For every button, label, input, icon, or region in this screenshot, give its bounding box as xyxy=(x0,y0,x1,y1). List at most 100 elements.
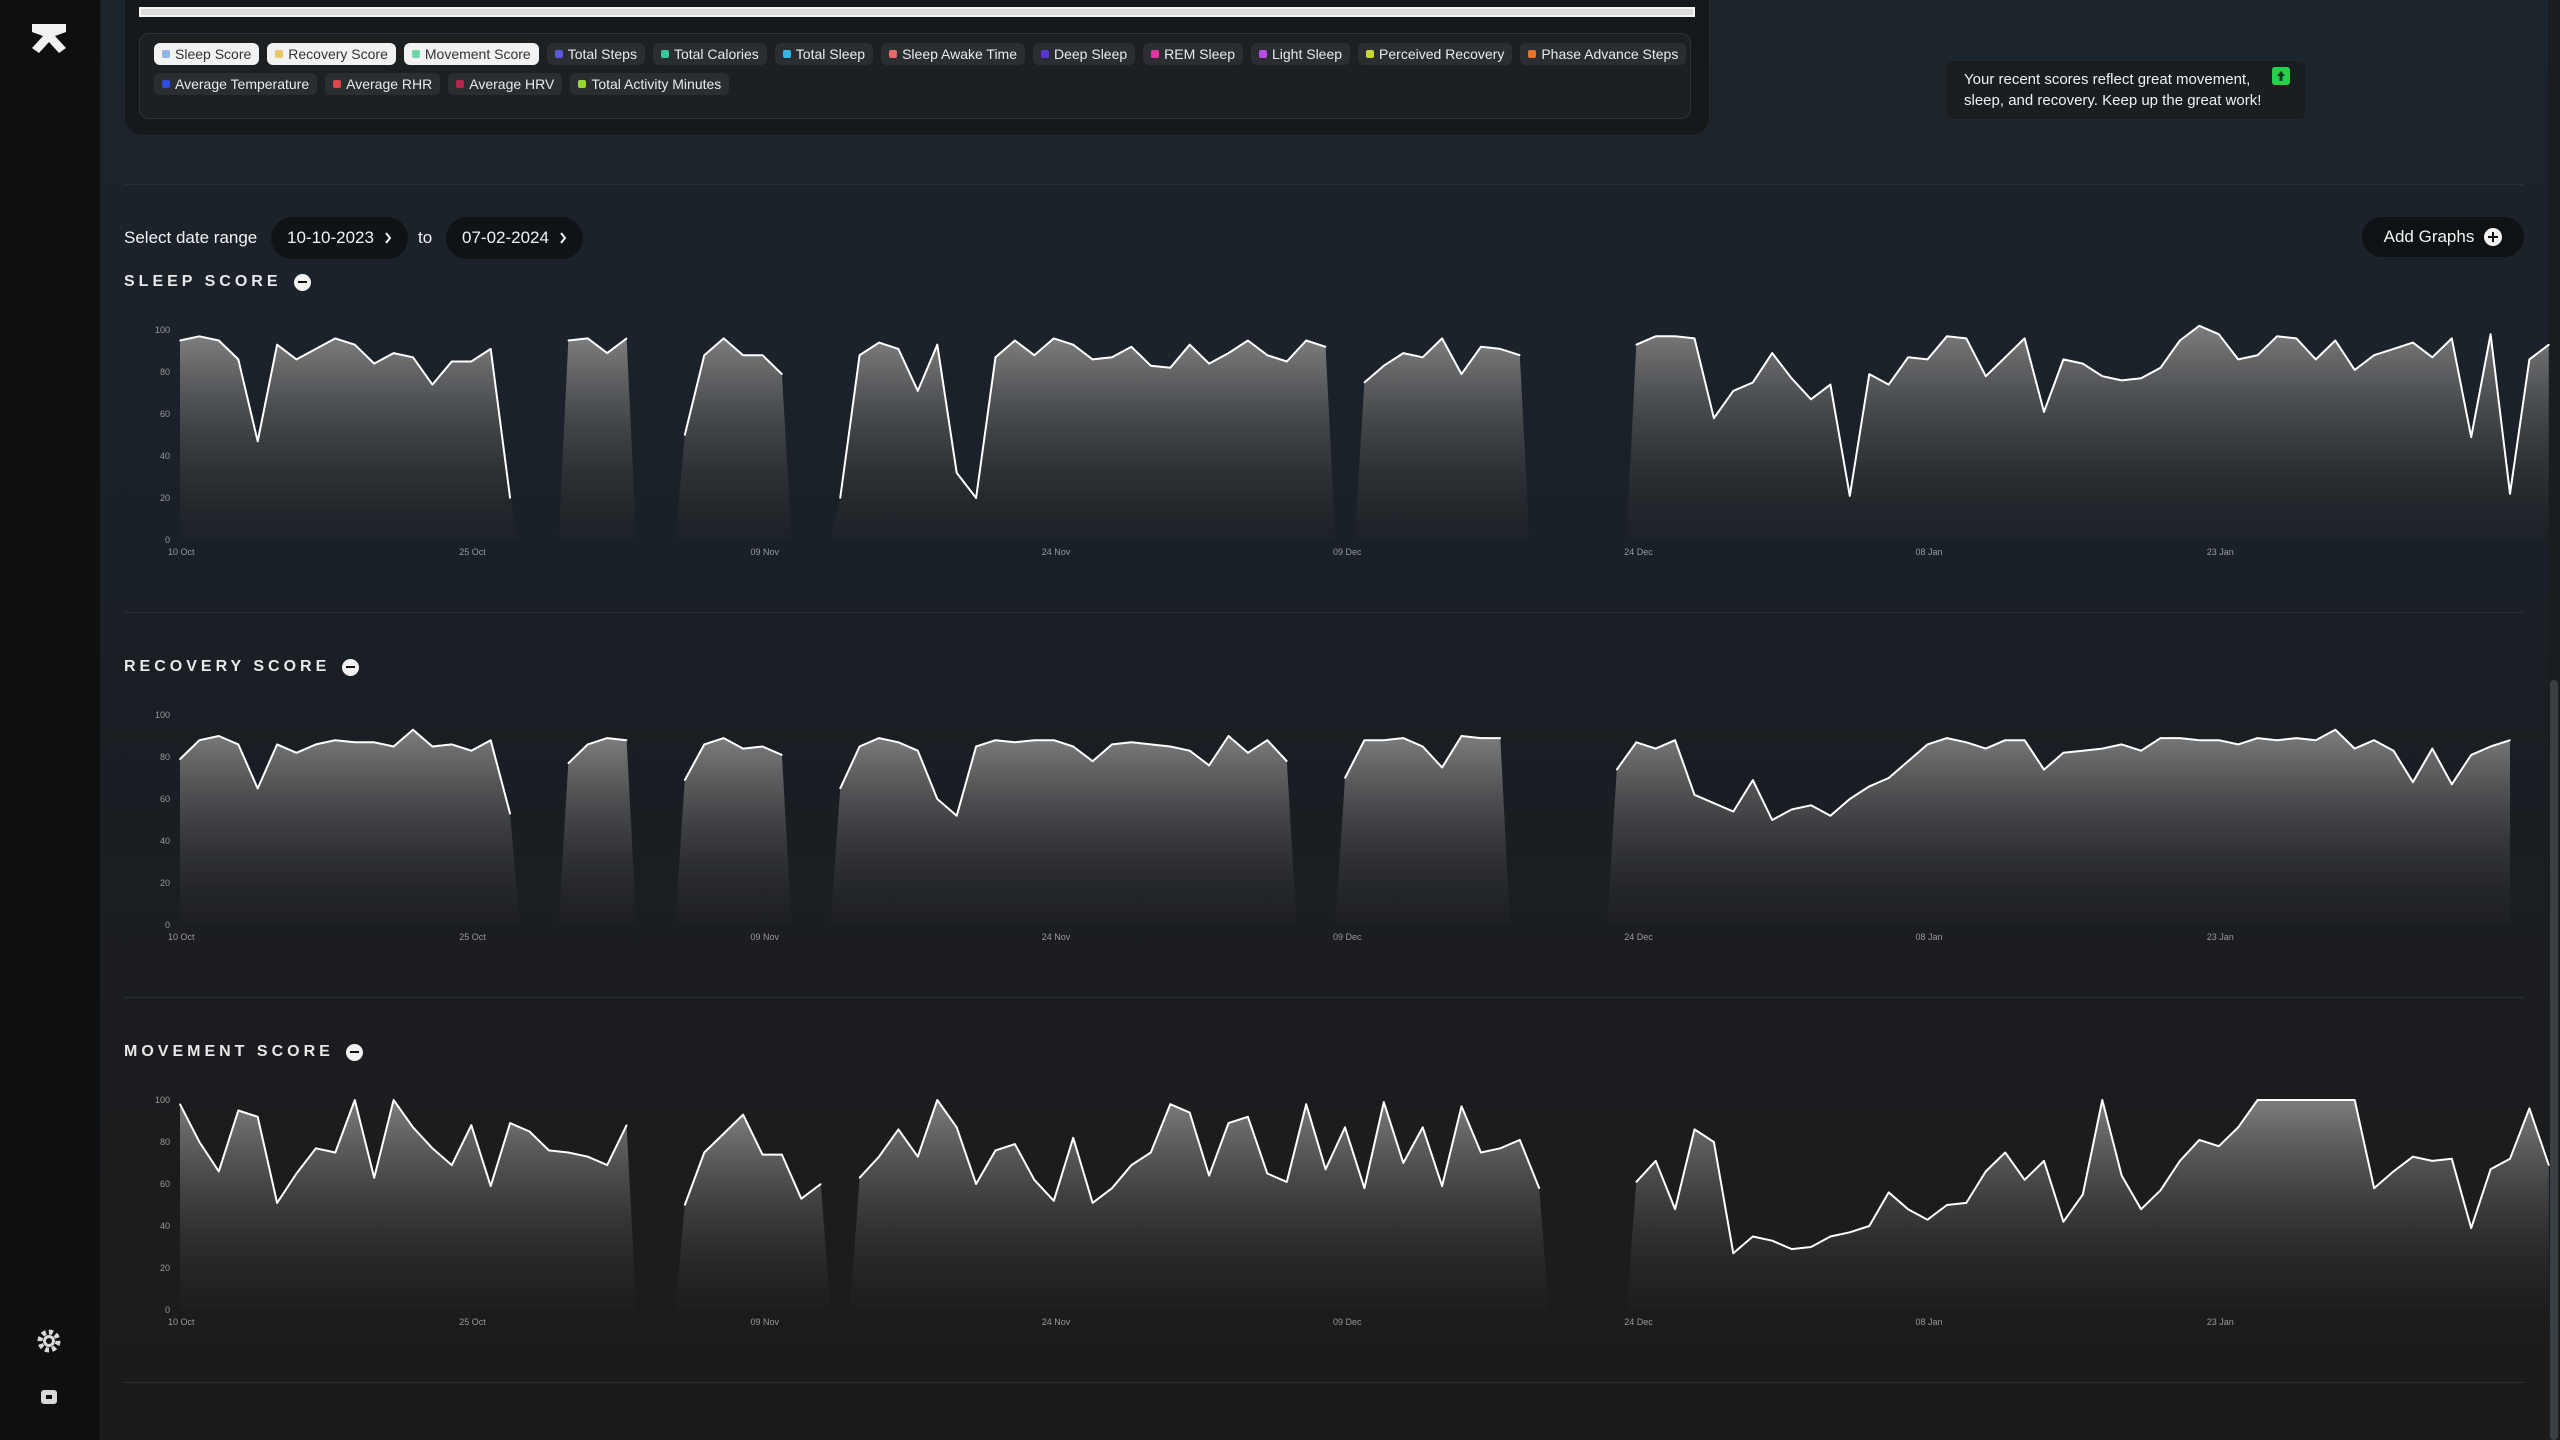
data-point xyxy=(1402,737,1405,739)
data-point xyxy=(276,343,278,346)
remove-graph-minus-icon[interactable] xyxy=(342,658,360,676)
x-tick-label: 24 Dec xyxy=(1624,932,1653,942)
add-graphs-label: Add Graphs xyxy=(2383,227,2475,246)
recovery-score-title: RECOVERY SCORE xyxy=(124,658,360,676)
metric-chip-label: Sleep Awake Time xyxy=(902,46,1017,62)
data-point xyxy=(955,472,958,474)
data-point xyxy=(489,348,492,350)
data-point xyxy=(1344,1126,1346,1129)
data-point xyxy=(936,343,939,346)
start-date-button[interactable]: 10-10-2023 xyxy=(271,217,408,259)
data-point xyxy=(2140,377,2142,380)
data-point xyxy=(295,358,298,361)
y-tick-label: 20 xyxy=(160,1263,170,1273)
y-tick-label: 0 xyxy=(165,920,170,930)
sleep-score-title: SLEEP SCORE xyxy=(124,273,311,291)
data-point xyxy=(955,1126,958,1129)
app-logo-icon[interactable] xyxy=(29,20,69,56)
data-point xyxy=(1907,760,1909,762)
data-point xyxy=(1227,352,1230,354)
metric-chip-sleep-score[interactable]: Sleep Score xyxy=(154,43,260,65)
data-point xyxy=(2509,739,2511,741)
data-point xyxy=(2489,333,2492,335)
data-point xyxy=(2217,1145,2220,1147)
data-point xyxy=(897,1128,900,1131)
data-point xyxy=(295,1172,298,1175)
metric-chip-total-activity-minutes[interactable]: Total Activity Minutes xyxy=(570,73,730,95)
metric-chip-total-sleep[interactable]: Total Sleep xyxy=(774,43,874,65)
y-tick-label: 40 xyxy=(160,451,170,461)
metric-chip-label: Average Temperature xyxy=(175,76,310,92)
data-point xyxy=(878,737,880,739)
metric-chip-recovery-score[interactable]: Recovery Score xyxy=(267,43,396,65)
metric-chip-average-rhr[interactable]: Average RHR xyxy=(325,73,441,95)
scrollbar-thumb[interactable] xyxy=(2550,680,2558,1440)
data-point xyxy=(1518,1139,1521,1141)
metric-chip-movement-score[interactable]: Movement Score xyxy=(403,43,539,65)
metric-chip-light-sleep[interactable]: Light Sleep xyxy=(1250,43,1351,65)
data-point xyxy=(2509,1158,2511,1160)
metric-chip-total-calories[interactable]: Total Calories xyxy=(652,43,767,65)
data-point xyxy=(684,434,686,436)
timeline-range-slider[interactable] xyxy=(139,7,1695,17)
add-graphs-button[interactable]: Add Graphs xyxy=(2362,217,2524,257)
page-scrollbar[interactable] xyxy=(2548,0,2560,1440)
chevron-right-icon xyxy=(385,232,392,244)
metric-color-dot xyxy=(1041,50,1049,58)
data-point xyxy=(2392,348,2395,350)
data-point xyxy=(2431,1160,2434,1162)
data-point xyxy=(994,356,997,359)
x-tick-label: 25 Oct xyxy=(459,1317,486,1327)
series-area xyxy=(849,1100,1549,1310)
metric-chip-perceived-recovery[interactable]: Perceived Recovery xyxy=(1358,43,1513,65)
movement-score-title: MOVEMENT SCORE xyxy=(124,1043,363,1061)
data-point xyxy=(218,735,220,737)
data-point xyxy=(548,1149,550,1152)
data-point xyxy=(878,341,880,344)
data-point xyxy=(1868,785,1871,788)
data-point xyxy=(2256,354,2259,356)
metric-chip-phase-advance-steps[interactable]: Phase Advance Steps xyxy=(1520,43,1687,65)
end-date-button[interactable]: 07-02-2024 xyxy=(446,217,583,259)
data-point xyxy=(1111,356,1113,359)
data-point xyxy=(1907,356,1909,359)
data-point xyxy=(1324,1168,1327,1171)
data-point xyxy=(2043,411,2045,413)
metric-color-dot xyxy=(1528,50,1537,58)
data-point xyxy=(1441,337,1443,340)
data-point xyxy=(2179,737,2181,739)
remove-graph-minus-icon[interactable] xyxy=(293,273,311,291)
data-point xyxy=(1072,343,1074,346)
data-point xyxy=(917,1155,919,1158)
data-point xyxy=(1984,1170,1987,1173)
metric-chip-deep-sleep[interactable]: Deep Sleep xyxy=(1033,43,1136,65)
data-point xyxy=(198,335,201,338)
y-tick-label: 0 xyxy=(165,1305,170,1315)
logout-icon[interactable] xyxy=(34,1382,64,1412)
y-tick-label: 100 xyxy=(155,1095,170,1105)
data-point xyxy=(1150,1151,1152,1154)
data-point xyxy=(2023,1179,2026,1181)
metric-chip-average-temperature[interactable]: Average Temperature xyxy=(154,73,318,95)
data-point xyxy=(917,390,919,392)
metric-chip-panel: Sleep Score Recovery Score Movement Score T… xyxy=(139,33,1691,119)
data-point xyxy=(1052,1200,1055,1202)
data-point xyxy=(431,1147,434,1150)
data-point xyxy=(334,1151,337,1154)
data-point xyxy=(2179,339,2181,342)
y-tick-label: 40 xyxy=(160,836,170,846)
series-area xyxy=(1607,729,2510,925)
metric-chip-total-steps[interactable]: Total Steps xyxy=(546,43,645,65)
metric-chip-rem-sleep[interactable]: REM Sleep xyxy=(1143,43,1243,65)
plus-circle-icon xyxy=(2484,228,2503,246)
remove-graph-minus-icon[interactable] xyxy=(345,1043,363,1061)
sidebar xyxy=(0,0,101,1440)
y-tick-label: 60 xyxy=(160,794,170,804)
data-point xyxy=(256,1116,259,1118)
data-point xyxy=(1480,346,1482,348)
data-point xyxy=(2528,358,2531,361)
settings-gear-icon[interactable] xyxy=(34,1326,64,1356)
metric-chip-average-hrv[interactable]: Average HRV xyxy=(448,73,563,95)
metric-chip-sleep-awake-time[interactable]: Sleep Awake Time xyxy=(881,43,1025,65)
data-point xyxy=(237,1109,240,1112)
